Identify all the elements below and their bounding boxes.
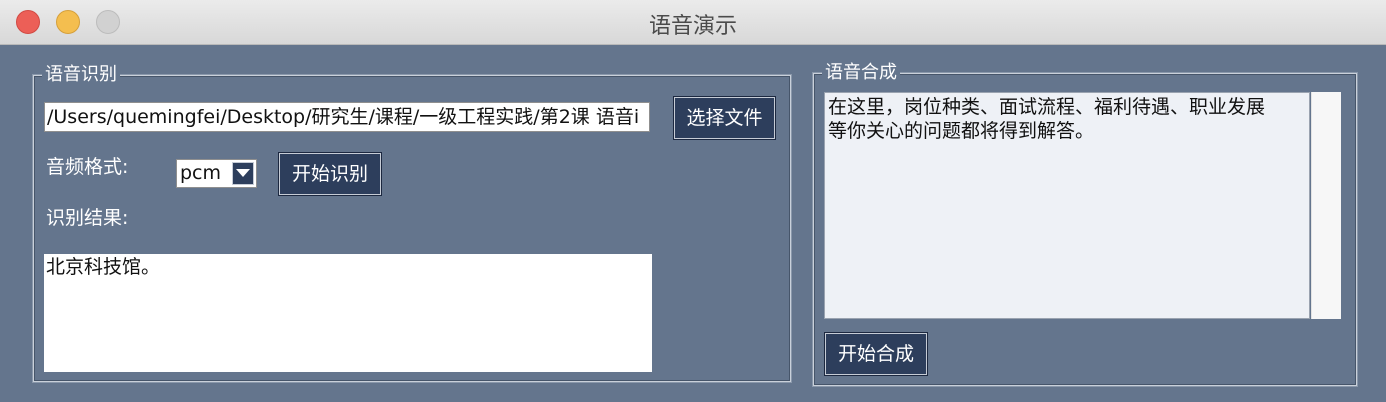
start-recognize-button[interactable]: 开始识别 [279,153,381,195]
file-path-input[interactable]: /Users/quemingfei/Desktop/研究生/课程/一级工程实践/… [44,102,650,132]
window-title: 语音演示 [648,14,737,39]
audio-format-select[interactable]: pcm [176,159,257,188]
app-window: 语音演示 语音识别 /Users/quemingfei/Desktop/研究生/… [0,0,1386,402]
recognition-result-textarea[interactable]: 北京科技馆。 [44,254,652,372]
recognition-group-label: 语音识别 [42,64,120,86]
audio-format-label: 音频格式: [46,156,129,178]
chevron-down-icon[interactable] [232,162,254,185]
recognition-result-label: 识别结果: [46,207,129,229]
synthesis-scrollbar[interactable] [1311,92,1341,319]
synthesis-group-label: 语音合成 [822,62,900,84]
start-synthesize-button[interactable]: 开始合成 [825,333,927,375]
choose-file-button[interactable]: 选择文件 [674,97,775,139]
audio-format-value: pcm [180,162,222,184]
synthesis-textarea[interactable]: 在这里，岗位种类、面试流程、福利待遇、职业发展 等你关心的问题都将得到解答。 [824,92,1310,319]
title-bar: 语音演示 [0,0,1386,45]
